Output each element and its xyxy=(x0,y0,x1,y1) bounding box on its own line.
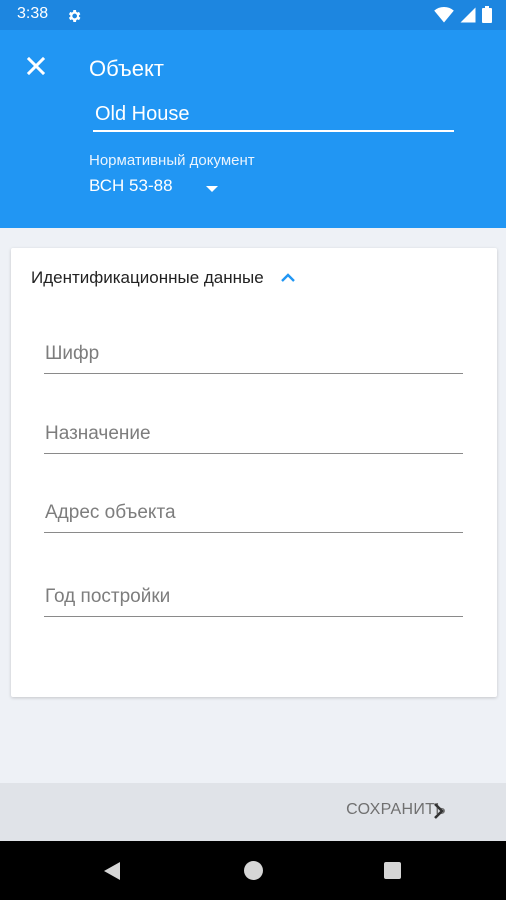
battery-icon xyxy=(482,6,492,23)
close-button[interactable] xyxy=(22,52,50,80)
status-bar: 3:38 xyxy=(0,0,506,30)
normative-doc-value: ВСН 53-88 xyxy=(89,176,173,195)
status-time: 3:38 xyxy=(17,5,49,22)
chevron-up-icon xyxy=(280,273,295,282)
bottom-action-bar: СОХРАНИТЬ xyxy=(0,783,506,841)
close-icon xyxy=(27,57,45,75)
gear-icon xyxy=(68,10,81,22)
build-year-field[interactable] xyxy=(44,577,463,617)
save-button[interactable]: СОХРАНИТЬ xyxy=(346,801,446,819)
normative-doc-label: Нормативный документ xyxy=(89,152,255,169)
cipher-field[interactable] xyxy=(44,334,463,374)
back-icon[interactable] xyxy=(103,861,121,881)
dropdown-arrow-icon xyxy=(205,186,218,192)
normative-doc-select[interactable]: ВСН 53-88 xyxy=(89,176,218,196)
signal-icon xyxy=(460,7,476,22)
status-indicators xyxy=(434,6,492,23)
recent-apps-icon[interactable] xyxy=(384,862,401,879)
page-title: Объект xyxy=(89,56,164,81)
system-nav-bar xyxy=(0,841,506,900)
save-label: СОХРАНИТЬ xyxy=(346,801,446,818)
home-icon[interactable] xyxy=(244,861,263,880)
chevron-right-icon[interactable] xyxy=(433,801,445,821)
app-bar: Объект Нормативный документ ВСН 53-88 xyxy=(0,30,506,228)
identification-section-toggle[interactable]: Идентификационные данные xyxy=(31,268,296,288)
address-field[interactable] xyxy=(44,493,463,533)
wifi-icon xyxy=(434,6,454,22)
object-name-input[interactable] xyxy=(93,98,454,132)
identification-card: Идентификационные данные xyxy=(11,248,497,697)
purpose-field[interactable] xyxy=(44,414,463,454)
section-title: Идентификационные данные xyxy=(31,268,264,287)
